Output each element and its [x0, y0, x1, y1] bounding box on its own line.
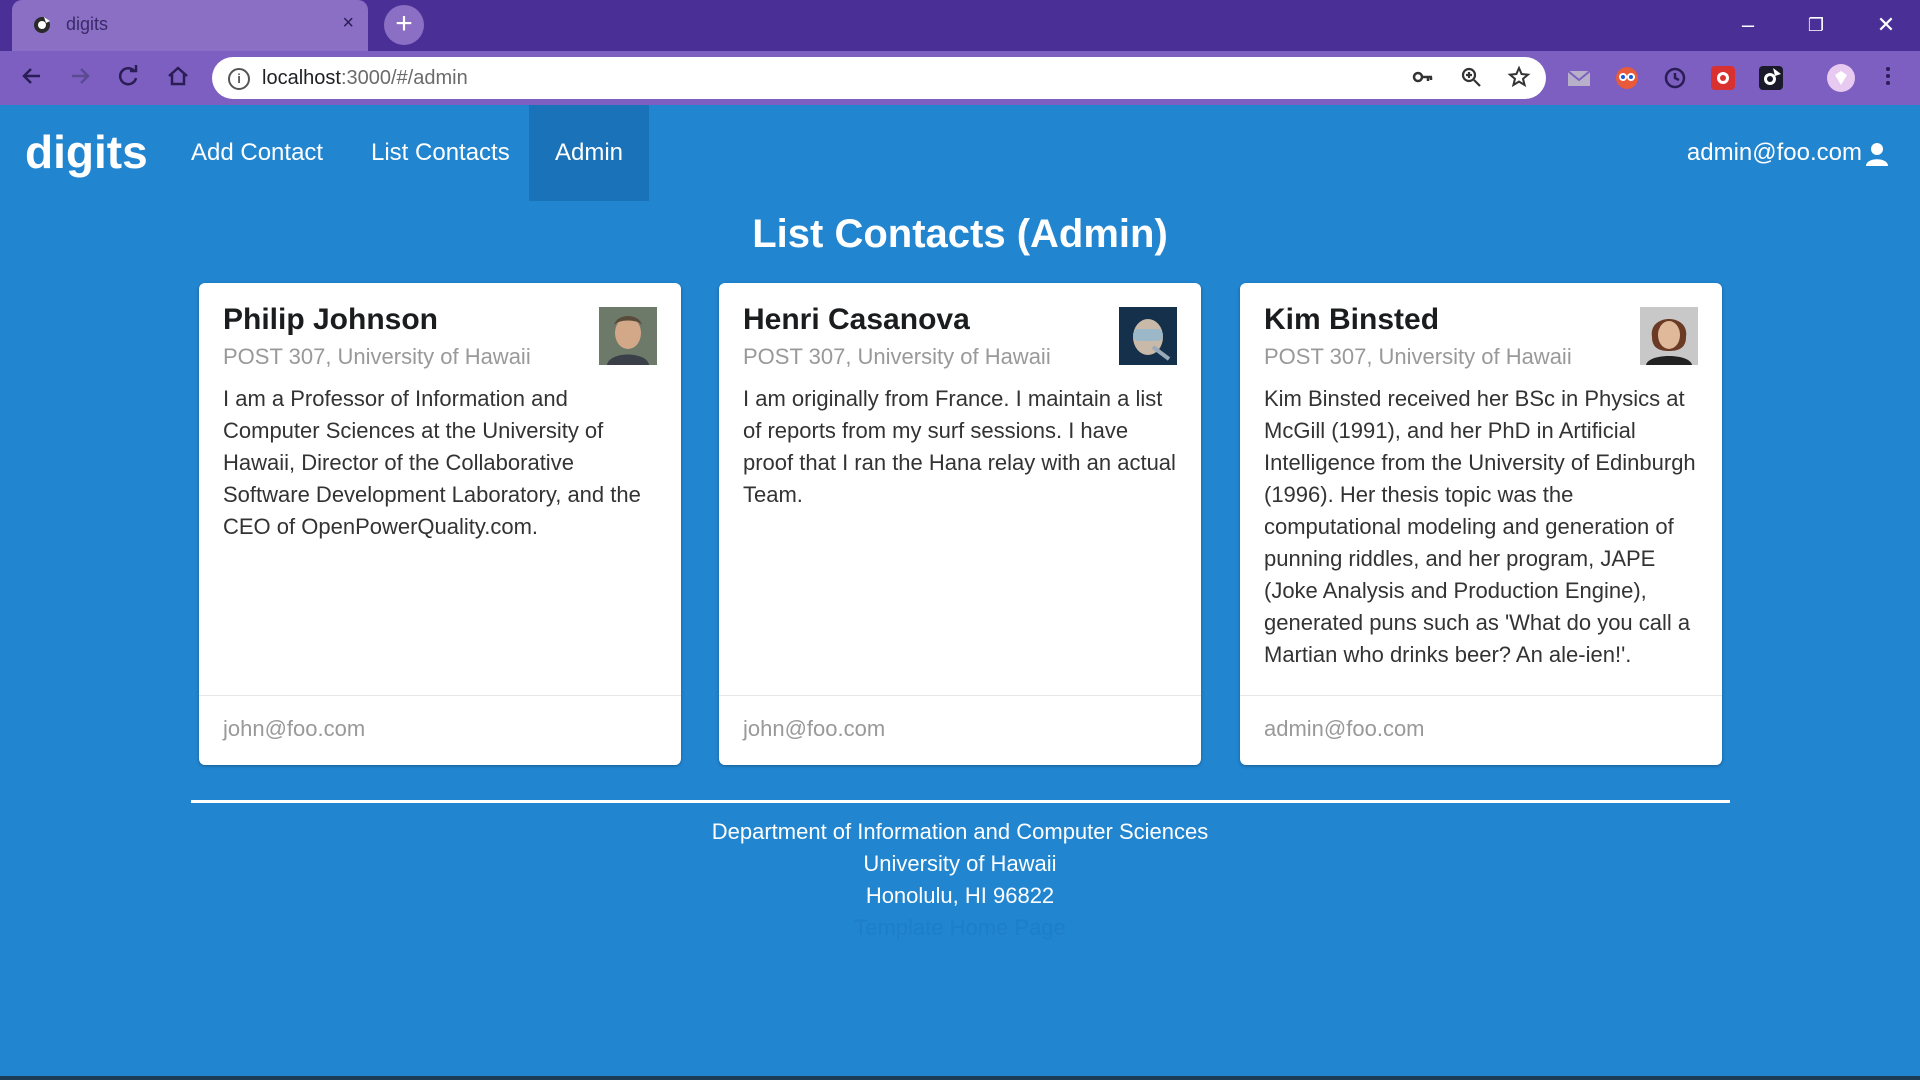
contact-owner: john@foo.com	[743, 716, 886, 741]
owl-extension-icon[interactable]	[1614, 65, 1640, 91]
nav-add-contact[interactable]: Add Contact	[163, 105, 351, 201]
user-icon	[1866, 142, 1888, 166]
browser-menu-icon[interactable]	[1872, 62, 1904, 94]
contact-description: Kim Binsted received her BSc in Physics …	[1264, 386, 1696, 667]
contact-address: POST 307, University of Hawaii	[743, 344, 1051, 369]
contact-description: I am originally from France. I maintain …	[743, 386, 1176, 507]
template-home-link[interactable]: Template Home Page	[0, 912, 1920, 944]
address-bar[interactable]: i localhost:3000/#/admin	[212, 57, 1546, 99]
nav-admin[interactable]: Admin	[529, 105, 649, 201]
page-footer: Department of Information and Computer S…	[0, 816, 1920, 944]
minimize-window-button[interactable]: –	[1728, 8, 1768, 42]
contact-owner: admin@foo.com	[1264, 716, 1425, 741]
zoom-icon[interactable]	[1458, 65, 1484, 91]
profile-avatar-icon[interactable]	[1826, 63, 1856, 93]
card-footer: john@foo.com	[199, 695, 681, 765]
home-icon[interactable]	[162, 62, 194, 94]
card-footer: john@foo.com	[719, 695, 1201, 765]
contact-description: I am a Professor of Information and Comp…	[223, 386, 641, 539]
sync-extension-icon[interactable]	[1662, 65, 1688, 91]
contact-name: Kim Binsted	[1264, 303, 1440, 336]
contact-address: POST 307, University of Hawaii	[223, 344, 531, 369]
bookmark-star-icon[interactable]	[1506, 65, 1532, 91]
forward-arrow-icon[interactable]	[64, 62, 96, 94]
user-dropdown[interactable]: admin@foo.com	[1687, 105, 1890, 201]
gear-extension-icon[interactable]	[1710, 65, 1736, 91]
key-icon[interactable]	[1410, 65, 1436, 91]
browser-titlebar: digits × + – ❐ ✕	[0, 0, 1920, 51]
app-navbar: digits Add Contact List Contacts Admin a…	[0, 105, 1920, 201]
meteor-extension-icon[interactable]	[1758, 65, 1784, 91]
reload-icon[interactable]	[112, 62, 144, 94]
page-title: List Contacts (Admin)	[752, 212, 1168, 256]
contact-name: Philip Johnson	[223, 303, 438, 336]
browser-toolbar: i localhost:3000/#/admin	[0, 51, 1920, 105]
mail-extension-icon[interactable]	[1566, 65, 1592, 91]
restore-window-button[interactable]: ❐	[1796, 8, 1836, 42]
contact-photo	[599, 307, 657, 365]
new-tab-button[interactable]: +	[384, 5, 424, 45]
contact-owner: john@foo.com	[223, 716, 366, 741]
window-bottom-edge	[0, 1076, 1920, 1080]
tab-close-icon[interactable]: ×	[342, 12, 354, 35]
contact-photo	[1119, 307, 1177, 365]
contact-name: Henri Casanova	[743, 303, 970, 336]
footer-divider	[191, 800, 1730, 803]
user-email: admin@foo.com	[1686, 139, 1862, 166]
back-arrow-icon[interactable]	[16, 62, 48, 94]
tab-title: digits	[66, 14, 109, 34]
footer-address: Honolulu, HI 96822	[865, 883, 1055, 908]
url-text: localhost:3000/#/admin	[262, 67, 468, 89]
brand-logo[interactable]: digits	[25, 125, 148, 179]
app-favicon-icon	[34, 17, 50, 33]
browser-tab[interactable]: digits ×	[12, 0, 368, 51]
card-footer: admin@foo.com	[1240, 695, 1722, 765]
close-window-button[interactable]: ✕	[1866, 8, 1906, 42]
footer-department: Department of Information and Computer S…	[711, 819, 1209, 844]
contact-address: POST 307, University of Hawaii	[1264, 344, 1572, 369]
contact-card: Henri Casanova POST 307, University of H…	[719, 283, 1201, 765]
site-info-icon[interactable]: i	[228, 68, 250, 90]
nav-list-contacts[interactable]: List Contacts	[343, 105, 538, 201]
contact-card: Kim Binsted POST 307, University of Hawa…	[1240, 283, 1722, 765]
contact-photo	[1640, 307, 1698, 365]
footer-university: University of Hawaii	[863, 851, 1057, 876]
contact-card: Philip Johnson POST 307, University of H…	[199, 283, 681, 765]
